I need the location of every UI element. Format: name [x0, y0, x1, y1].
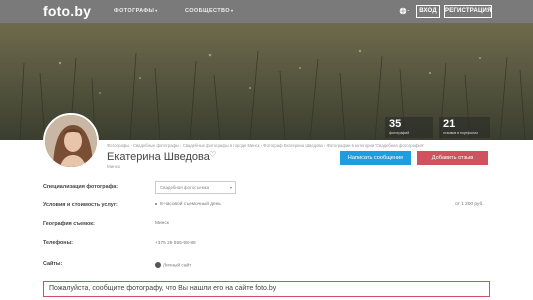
chevron-down-icon: ▾ — [230, 8, 234, 13]
services-label: Условия и стоимость услуг: — [43, 202, 118, 208]
globe-icon[interactable] — [399, 6, 410, 16]
service-item-text: 8-часовой съемочный день — [160, 202, 221, 207]
geography-label: География съемок: — [43, 221, 95, 227]
specialization-select[interactable]: Свадебная фотосъемка ▾ — [155, 181, 236, 194]
globe-icon — [155, 262, 161, 268]
top-navigation-bar: foto.by ФОТОГРАФЫ▾ СООБЩЕСТВО▾ ВХОД РЕГИ… — [0, 0, 533, 23]
phone-value[interactable]: +375 29 555-98-88 — [155, 241, 196, 246]
nav-photographers-label: ФОТОГРАФЫ — [114, 8, 155, 14]
photos-count-label: фотографий — [389, 131, 410, 135]
reviews-count: 21 — [443, 118, 456, 130]
geography-value: Минск — [155, 221, 169, 226]
photos-count-badge[interactable]: 35 фотографий — [385, 117, 433, 138]
add-review-button[interactable]: Добавить отзыв — [417, 151, 488, 165]
bullet-icon — [155, 202, 157, 205]
photographer-name: Екатерина Шведова — [107, 151, 210, 163]
service-item: 8-часовой съемочный день — [155, 202, 221, 207]
personal-site-link[interactable]: Личный сайт — [155, 262, 191, 268]
nav-photographers[interactable]: ФОТОГРАФЫ▾ — [114, 8, 158, 14]
specialization-select-value: Свадебная фотосъемка — [160, 185, 210, 190]
notice-box: Пожалуйста, сообщите фотографу, что Вы н… — [43, 281, 490, 297]
photographer-city: Минск — [107, 164, 120, 169]
heart-icon[interactable]: ♡ — [209, 150, 216, 159]
chevron-down-icon: ▾ — [155, 8, 158, 13]
nav-community[interactable]: СООБЩЕСТВО▾ — [185, 8, 233, 14]
reviews-count-badge[interactable]: 21 отзывов в портфолио — [439, 117, 490, 138]
nav-community-label: СООБЩЕСТВО — [185, 8, 230, 14]
reviews-count-label: отзывов в портфолио — [443, 131, 479, 135]
register-button[interactable]: РЕГИСТРАЦИЯ — [444, 5, 492, 18]
login-button[interactable]: ВХОД — [416, 5, 440, 18]
phones-label: Телефоны: — [43, 240, 73, 246]
personal-site-label: Личный сайт — [163, 263, 192, 269]
photos-count: 35 — [389, 118, 402, 130]
sites-label: Сайты: — [43, 261, 63, 267]
send-message-button[interactable]: Написать сообщение — [340, 151, 411, 165]
chevron-down-icon: ▾ — [229, 185, 232, 190]
avatar — [43, 113, 99, 169]
site-logo[interactable]: foto.by — [43, 3, 91, 19]
service-price: от 1 200 руб. — [455, 202, 484, 207]
breadcrumb[interactable]: Фотографы › Свадебные фотографы › Свадеб… — [107, 143, 424, 148]
specialization-label: Специализация фотографа: — [43, 184, 119, 190]
